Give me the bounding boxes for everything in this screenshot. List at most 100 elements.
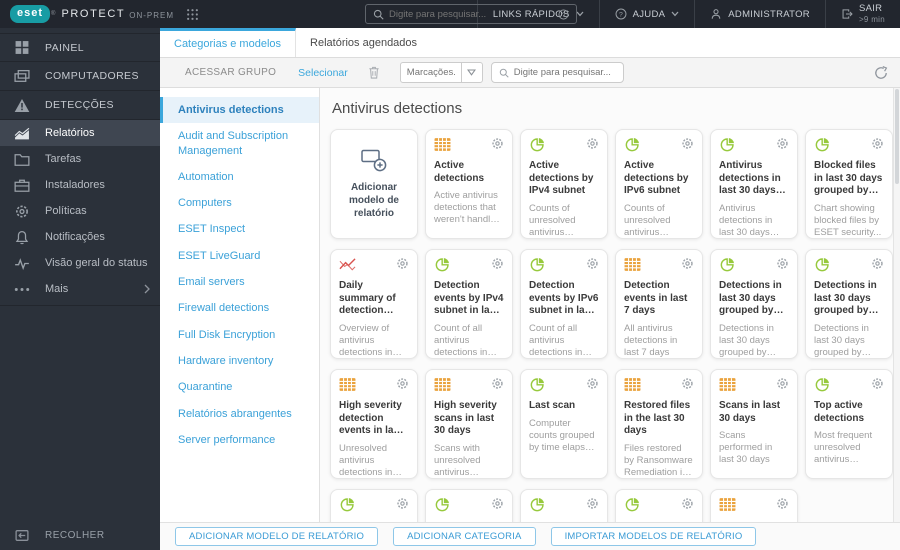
report-template-card[interactable]: Blocked files in last 30 days grouped by… [805, 129, 893, 239]
category-item-server-performance[interactable]: Server performance [160, 427, 319, 453]
template-search[interactable] [490, 62, 624, 83]
gear-icon[interactable] [586, 137, 599, 150]
category-item-email-servers[interactable]: Email servers [160, 269, 319, 295]
gear-icon[interactable] [396, 377, 409, 390]
gear-icon[interactable] [681, 137, 694, 150]
sidebar-item-computadores[interactable]: COMPUTADORES [0, 62, 160, 91]
category-item-hardware-inventory[interactable]: Hardware inventory [160, 348, 319, 374]
report-template-card[interactable]: Restored files in the last 30 days Files … [615, 369, 703, 479]
card-description: Chart showing blocked files by ESET secu… [814, 202, 882, 238]
logout-button[interactable]: SAIR >9 min [824, 0, 900, 28]
report-template-card[interactable]: High severity scans in last 30 days Scans… [425, 369, 513, 479]
select-group-link[interactable]: Selecionar [298, 67, 348, 79]
gear-icon[interactable] [681, 257, 694, 270]
category-item-eset-inspect[interactable]: ESET Inspect [160, 216, 319, 242]
app-grid-icon[interactable] [186, 8, 199, 21]
template-search-input[interactable] [513, 67, 616, 78]
gear-icon[interactable] [871, 137, 884, 150]
import-report-templates-button[interactable]: IMPORTAR MODELOS DE RELATÓRIO [550, 527, 757, 546]
add-category-button[interactable]: ADICIONAR CATEGORIA [393, 527, 536, 546]
category-item-eset-liveguard[interactable]: ESET LiveGuard [160, 243, 319, 269]
gear-icon[interactable] [491, 377, 504, 390]
global-search[interactable]: ? [365, 4, 577, 24]
help-menu[interactable]: ? AJUDA [598, 0, 695, 28]
pie-green-chart-icon [434, 257, 451, 272]
report-template-card[interactable]: Antivirus detections in last 30 days gro… [710, 129, 798, 239]
add-report-template-button[interactable]: ADICIONAR MODELO DE RELATÓRIO [175, 527, 379, 546]
gear-icon[interactable] [871, 377, 884, 390]
report-template-card[interactable]: Detection events by IPv4 subnet in last … [425, 249, 513, 359]
report-template-card[interactable]: Detection events in last 7 days All antiv… [615, 249, 703, 359]
report-template-card[interactable] [425, 489, 513, 522]
report-template-card[interactable]: Scans in last 30 days Scans performed in … [710, 369, 798, 479]
category-item-computers[interactable]: Computers [160, 190, 319, 216]
trash-icon[interactable] [368, 66, 380, 79]
global-search-input[interactable] [389, 8, 553, 20]
tags-dropdown-caret[interactable] [460, 63, 482, 82]
category-item-firewall-detections[interactable]: Firewall detections [160, 295, 319, 321]
gear-icon[interactable] [396, 257, 409, 270]
sidebar-item-mais[interactable]: Mais [0, 276, 160, 302]
scrollbar[interactable] [893, 88, 900, 522]
gear-icon[interactable] [586, 377, 599, 390]
sidebar-item-tarefas[interactable]: Tarefas [0, 146, 160, 172]
tags-filter[interactable] [399, 62, 483, 83]
gear-icon[interactable] [776, 377, 789, 390]
gear-icon[interactable] [491, 497, 504, 510]
report-template-card[interactable]: Active detections by IPv6 subnet Counts o… [615, 129, 703, 239]
sidebar-item-visao-geral-do-status[interactable]: Visão geral do status [0, 250, 160, 276]
card-description: Counts of unresolved antivirus detection… [624, 202, 671, 238]
card-description: All antivirus detections in last 7 days [624, 322, 678, 358]
add-report-template-card[interactable]: Adicionar modelo de relatório [330, 129, 418, 239]
gear-icon[interactable] [681, 377, 694, 390]
category-item-automation[interactable]: Automation [160, 164, 319, 190]
category-item-audit-and-subscription-management[interactable]: Audit and Subscription Management [160, 123, 319, 164]
report-template-card[interactable] [710, 489, 798, 522]
category-item-full-disk-encryption[interactable]: Full Disk Encryption [160, 322, 319, 348]
category-item-relatorios-abrangentes[interactable]: Relatórios abrangentes [160, 401, 319, 427]
tab-categorias-e-modelos[interactable]: Categorias e modelos [160, 28, 297, 57]
card-header [719, 137, 789, 153]
sidebar-item-label: COMPUTADORES [45, 70, 139, 82]
collapse-sidebar-button[interactable]: RECOLHER [0, 520, 160, 550]
gear-icon[interactable] [776, 497, 789, 510]
gear-icon[interactable] [871, 257, 884, 270]
category-item-antivirus-detections[interactable]: Antivirus detections [160, 97, 319, 124]
sidebar-item-politicas[interactable]: Políticas [0, 198, 160, 224]
report-template-card[interactable] [615, 489, 703, 522]
card-title: Daily summary of detection events in las… [339, 280, 396, 316]
gear-icon[interactable] [681, 497, 694, 510]
report-template-card[interactable]: High severity detection events in last 7… [330, 369, 418, 479]
report-template-card[interactable]: Active detections Active antivirus detect… [425, 129, 513, 239]
gear-icon[interactable] [586, 497, 599, 510]
report-template-card[interactable]: Last scan Computer counts grouped by time… [520, 369, 608, 479]
refresh-icon[interactable] [874, 65, 888, 80]
report-template-card[interactable]: Active detections by IPv4 subnet Counts o… [520, 129, 608, 239]
scrollbar-thumb[interactable] [895, 89, 899, 184]
report-template-card[interactable] [520, 489, 608, 522]
report-template-card[interactable] [330, 489, 418, 522]
report-template-card[interactable]: Detection events by IPv6 subnet in last … [520, 249, 608, 359]
gear-icon[interactable] [776, 257, 789, 270]
gear-icon[interactable] [396, 497, 409, 510]
report-template-card[interactable]: Top active detections Most frequent unres… [805, 369, 893, 479]
card-title: Last scan [529, 400, 576, 411]
report-template-card[interactable]: Detections in last 30 days grouped by de… [805, 249, 893, 359]
card-header [529, 497, 599, 513]
sidebar-item-deteccoes[interactable]: DETECÇÕES [0, 91, 160, 120]
tab-relatorios-agendados[interactable]: Relatórios agendados [296, 28, 431, 57]
category-item-quarantine[interactable]: Quarantine [160, 374, 319, 400]
gear-icon[interactable] [586, 257, 599, 270]
sidebar-item-painel[interactable]: PAINEL [0, 33, 160, 62]
gear-icon[interactable] [491, 137, 504, 150]
gear-icon[interactable] [776, 137, 789, 150]
search-help-icon[interactable]: ? [558, 9, 569, 20]
tags-filter-input[interactable] [400, 67, 461, 78]
report-template-card[interactable]: Daily summary of detection events in las… [330, 249, 418, 359]
sidebar-item-notificacoes[interactable]: Notificações [0, 224, 160, 250]
user-menu[interactable]: ADMINISTRATOR [694, 0, 825, 28]
report-template-card[interactable]: Detections in last 30 days grouped by ac… [710, 249, 798, 359]
gear-icon[interactable] [491, 257, 504, 270]
sidebar-item-instaladores[interactable]: Instaladores [0, 172, 160, 198]
sidebar-item-relatorios[interactable]: Relatórios [0, 120, 160, 146]
